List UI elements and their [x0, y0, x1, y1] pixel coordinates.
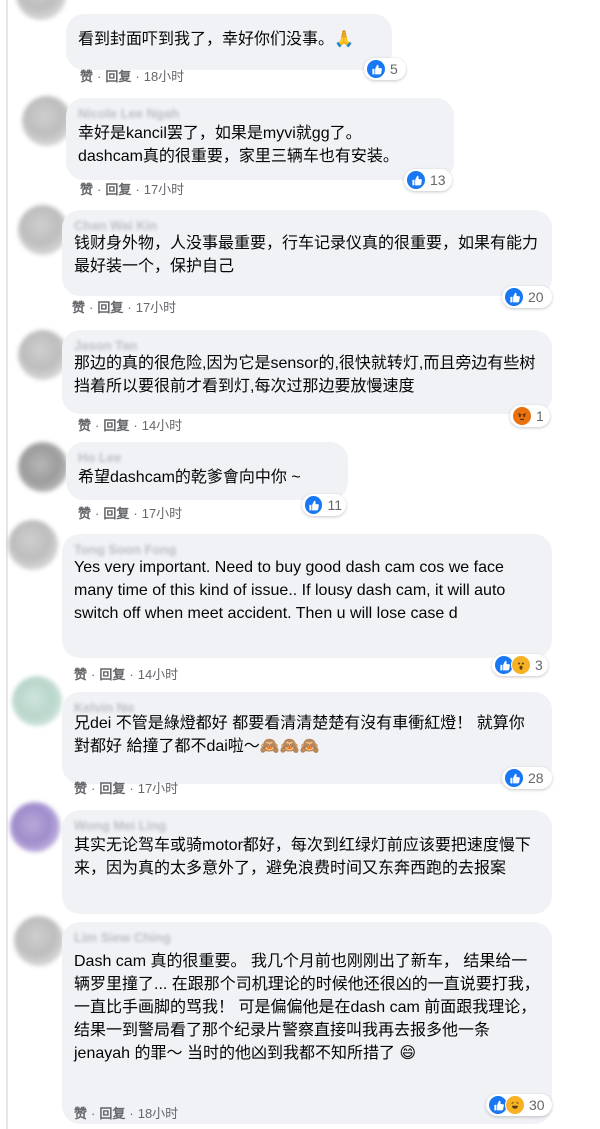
- comment-actions: 赞 · 回复 · 14小时: [74, 667, 179, 682]
- reaction-count: 3: [535, 657, 543, 673]
- like-reaction-icon: [406, 170, 426, 190]
- reply-link[interactable]: 回复: [105, 182, 131, 197]
- comment-bubble: Chan Wai Kin 钱财身外物，人没事最重要，行车记录仪真的很重要，如果有…: [62, 210, 552, 296]
- commenter-name[interactable]: Lim Siew Ching: [74, 930, 540, 950]
- reaction-summary[interactable]: 5: [364, 58, 406, 80]
- reaction-count: 5: [390, 61, 398, 77]
- comment-actions: 赞 · 回复 · 18小时: [74, 1106, 179, 1121]
- comment-text: 钱财身外物，人没事最重要，行车记录仪真的很重要，如果有能力最好装一个，保护自己: [74, 235, 539, 275]
- like-link[interactable]: 赞: [80, 69, 93, 84]
- reaction-summary[interactable]: 30: [486, 1094, 552, 1116]
- commenter-name[interactable]: Wong Mei Ling: [74, 818, 540, 834]
- comment-text: 那边的真的很危险,因为它是sensor的,很快就转灯,而且旁边有些树挡着所以要很…: [74, 355, 536, 395]
- like-link[interactable]: 赞: [80, 182, 93, 197]
- comment-text: 希望dashcam的乾爹會向中你 ~: [78, 469, 301, 486]
- comment-timestamp[interactable]: 18小时: [144, 69, 184, 84]
- commenter-avatar[interactable]: [8, 520, 58, 570]
- comment-timestamp[interactable]: 18小时: [138, 1106, 178, 1121]
- reaction-summary[interactable]: 1: [510, 405, 550, 427]
- commenter-name[interactable]: Jason Tan: [74, 338, 540, 352]
- comment-timestamp[interactable]: 17小时: [144, 182, 184, 197]
- commenter-name[interactable]: Tong Soon Fong: [74, 542, 540, 556]
- commenter-name[interactable]: Kelvin Ng: [74, 700, 540, 712]
- commenter-avatar[interactable]: [10, 802, 60, 852]
- comment-timestamp[interactable]: 14小时: [138, 667, 178, 682]
- reaction-summary[interactable]: 11: [302, 494, 346, 516]
- comment-actions: 赞 · 回复 · 17小时: [78, 506, 183, 521]
- like-link[interactable]: 赞: [78, 506, 91, 521]
- reply-link[interactable]: 回复: [97, 300, 123, 315]
- like-link[interactable]: 赞: [78, 418, 91, 433]
- reply-link[interactable]: 回复: [103, 418, 129, 433]
- commenter-avatar[interactable]: [22, 96, 72, 146]
- comment-bubble: Kelvin Ng 兄dei 不管是綠燈都好 都要看清清楚楚有沒有車衝紅燈！ 就…: [62, 692, 552, 784]
- like-reaction-icon: [366, 59, 386, 79]
- commenter-name[interactable]: Ho Lee: [78, 450, 336, 466]
- comment-timestamp[interactable]: 14小时: [142, 418, 182, 433]
- commenter-name[interactable]: Nicole Lee Ngah: [78, 106, 442, 122]
- comment-text: Dash cam 真的很重要。 我几个月前也刚刚出了新车， 结果给一辆罗里撞了.…: [74, 953, 545, 1062]
- comment-text: 幸好是kancil罢了，如果是myvi就gg了。 dashcam真的很重要，家里…: [78, 125, 399, 165]
- haha-reaction-icon: [505, 1095, 525, 1115]
- reaction-count: 20: [528, 289, 544, 305]
- reply-link[interactable]: 回复: [99, 1106, 125, 1121]
- reaction-count: 11: [327, 497, 342, 513]
- commenter-avatar[interactable]: [16, 0, 66, 20]
- like-link[interactable]: 赞: [74, 1106, 87, 1121]
- thread-line: [6, 0, 8, 1129]
- like-link[interactable]: 赞: [74, 667, 87, 682]
- reaction-summary[interactable]: 3: [492, 654, 548, 676]
- reply-link[interactable]: 回复: [99, 667, 125, 682]
- comment-actions: 赞 · 回复 · 18小时: [80, 69, 185, 84]
- reply-link[interactable]: 回复: [99, 781, 125, 796]
- commenter-avatar[interactable]: [12, 676, 62, 726]
- like-reaction-icon: [504, 768, 524, 788]
- comment-actions: 赞 · 回复 · 14小时: [78, 418, 183, 433]
- comment-bubble: Wong Mei Ling 其实无论驾车或骑motor都好，每次到红绿灯前应该要…: [62, 810, 552, 914]
- comment-timestamp[interactable]: 17小时: [138, 781, 178, 796]
- angry-reaction-icon: [512, 406, 532, 426]
- comment-bubble: Jason Tan 那边的真的很危险,因为它是sensor的,很快就转灯,而且旁…: [62, 330, 552, 414]
- comment-bubble: Tong Soon Fong Yes very important. Need …: [62, 534, 552, 658]
- commenter-avatar[interactable]: [18, 442, 68, 492]
- reaction-count: 30: [529, 1097, 545, 1113]
- commenter-avatar[interactable]: [18, 330, 68, 380]
- reaction-summary[interactable]: 20: [502, 286, 552, 308]
- comment-bubble: Ho Lee 希望dashcam的乾爹會向中你 ~: [66, 442, 348, 500]
- wow-reaction-icon: [511, 655, 531, 675]
- commenter-name[interactable]: Chan Wai Kin: [74, 218, 540, 232]
- comment-bubble: 看到封面吓到我了，幸好你们没事。🙏: [66, 14, 392, 70]
- reaction-summary[interactable]: 13: [404, 169, 452, 191]
- like-reaction-icon: [504, 287, 524, 307]
- comment-timestamp[interactable]: 17小时: [142, 506, 182, 521]
- comment-actions: 赞 · 回复 · 17小时: [74, 781, 179, 796]
- reaction-count: 28: [528, 770, 544, 786]
- comment-text: Yes very important. Need to buy good das…: [74, 559, 510, 622]
- commenter-avatar[interactable]: [14, 916, 64, 966]
- reply-link[interactable]: 回复: [105, 69, 131, 84]
- comment-actions: 赞 · 回复 · 17小时: [80, 182, 185, 197]
- reaction-summary[interactable]: 28: [502, 767, 552, 789]
- like-reaction-icon: [304, 495, 324, 515]
- reaction-count: 1: [536, 408, 544, 424]
- comment-text: 看到封面吓到我了，幸好你们没事。🙏: [78, 31, 354, 48]
- reply-link[interactable]: 回复: [103, 506, 129, 521]
- comment-actions: 赞 · 回复 · 17小时: [72, 300, 177, 315]
- commenter-avatar[interactable]: [18, 205, 68, 255]
- like-link[interactable]: 赞: [74, 781, 87, 796]
- comment-bubble: Lim Siew Ching Dash cam 真的很重要。 我几个月前也刚刚出…: [62, 922, 552, 1124]
- reaction-count: 13: [430, 172, 446, 188]
- comment-bubble: Nicole Lee Ngah 幸好是kancil罢了，如果是myvi就gg了。…: [66, 98, 454, 180]
- comment-timestamp[interactable]: 17小时: [136, 300, 176, 315]
- comment-text: 兄dei 不管是綠燈都好 都要看清清楚楚有沒有車衝紅燈！ 就算你對都好 給撞了都…: [74, 715, 525, 755]
- comment-text: 其实无论驾车或骑motor都好，每次到红绿灯前应该要把速度慢下来，因为真的太多意…: [74, 837, 531, 877]
- like-link[interactable]: 赞: [72, 300, 85, 315]
